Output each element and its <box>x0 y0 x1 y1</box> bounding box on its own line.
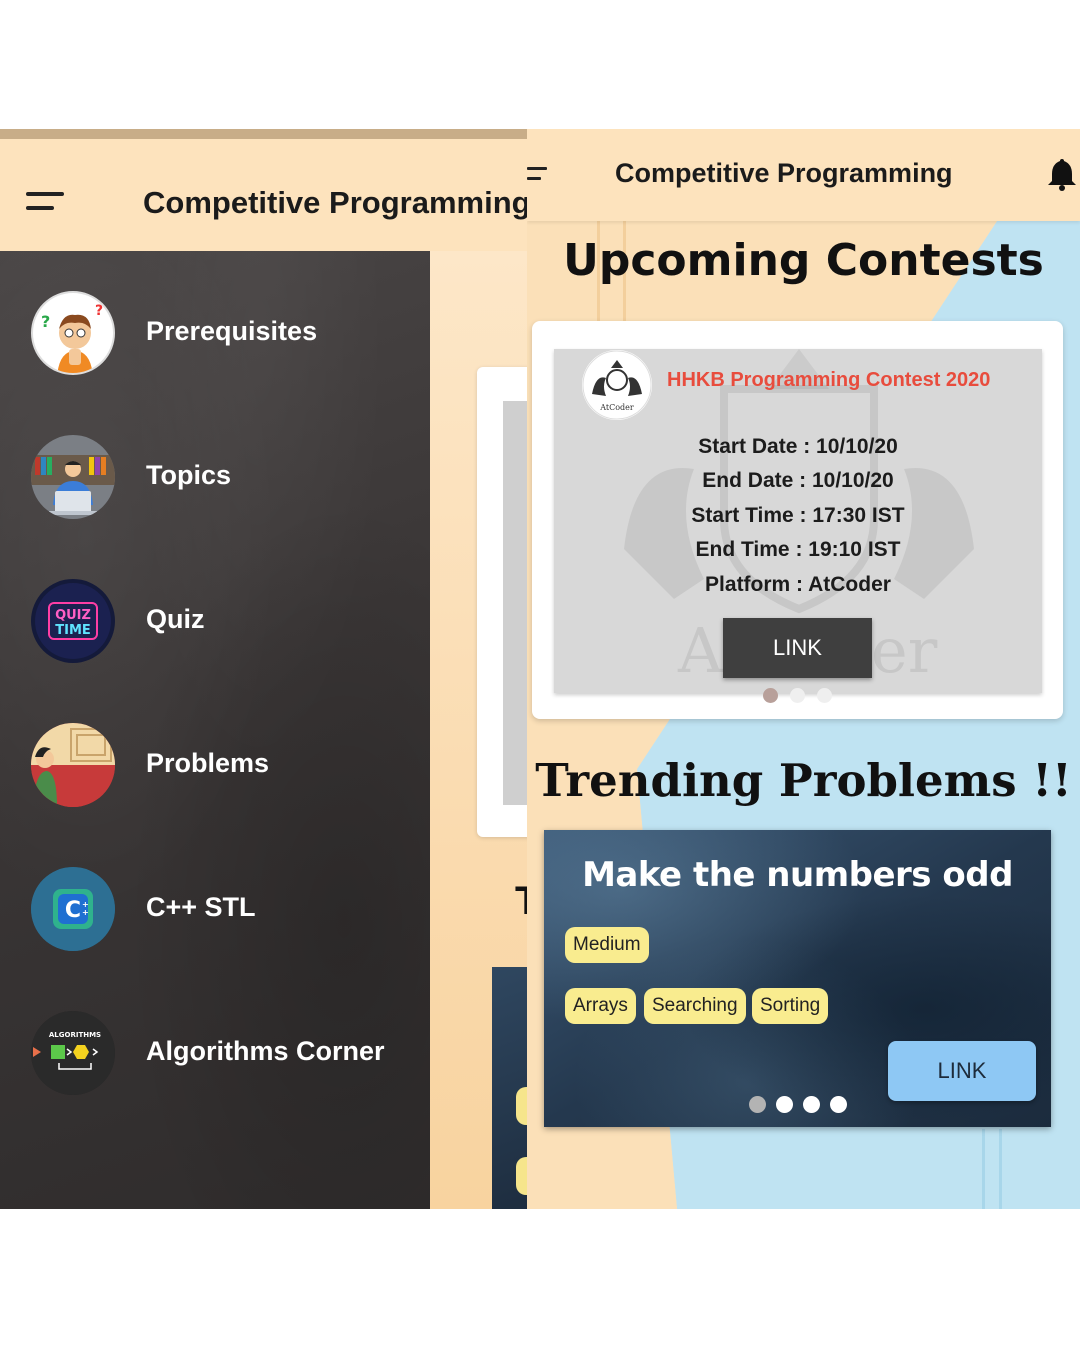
drawer-item-label: Algorithms Corner <box>146 1036 385 1066</box>
upcoming-contests-heading: Upcoming Contests <box>563 235 1044 286</box>
contest-end-date: End Date : 10/10/20 <box>702 469 894 492</box>
navigation-drawer: ? ? Prerequisites Topics QUIZ TIME Quiz … <box>0 251 430 1209</box>
menu-icon[interactable] <box>527 167 549 185</box>
problem-carousel-dot[interactable] <box>803 1096 820 1113</box>
svg-text:ALGORITHMS: ALGORITHMS <box>49 1031 101 1039</box>
drawer-item-label: Quiz <box>146 604 205 634</box>
app-bar: Competitive Programming <box>527 129 1080 221</box>
app-title: Competitive Programming <box>143 185 527 220</box>
contest-carousel-dot[interactable] <box>790 688 805 703</box>
problem-carousel-dot[interactable] <box>830 1096 847 1113</box>
problem-carousel-dot[interactable] <box>776 1096 793 1113</box>
contest-carousel-dot-active[interactable] <box>763 688 778 703</box>
app-bar: Competitive Programming <box>0 139 527 251</box>
drawer-item-algorithms[interactable]: ALGORITHMS Algorithms Corner <box>0 993 430 1113</box>
svg-text:?: ? <box>41 312 50 331</box>
drawer-item-prerequisites[interactable]: ? ? Prerequisites <box>0 273 430 393</box>
contest-platform: Platform : AtCoder <box>705 573 891 596</box>
drawer-item-cpp-stl[interactable]: C + + C++ STL <box>0 849 430 969</box>
drawer-item-quiz[interactable]: QUIZ TIME Quiz <box>0 561 430 681</box>
menu-icon[interactable] <box>26 192 66 216</box>
cpp-stl-icon: C + + <box>31 867 115 951</box>
svg-text:QUIZ: QUIZ <box>55 608 91 623</box>
contest-start-time: Start Time : 17:30 IST <box>691 504 905 527</box>
prerequisites-icon: ? ? <box>31 291 115 375</box>
heading-peek: T <box>515 879 527 924</box>
contest-name: HHKB Programming Contest 2020 <box>667 369 991 391</box>
tag-chip: Arrays <box>565 988 636 1024</box>
quiz-icon: QUIZ TIME <box>31 579 115 663</box>
app-title: Competitive Programming <box>615 158 953 188</box>
contest-carousel-dot[interactable] <box>817 688 832 703</box>
contest-end-time: End Time : 19:10 IST <box>695 538 901 561</box>
left-screen: Competitive Programming T ? ? Prereq <box>0 129 527 1209</box>
problem-carousel-dot-active[interactable] <box>749 1096 766 1113</box>
problem-link-button[interactable]: LINK <box>888 1041 1036 1101</box>
status-bar <box>0 129 527 139</box>
topics-icon <box>31 435 115 519</box>
svg-text:C: C <box>65 898 81 923</box>
algorithms-icon: ALGORITHMS <box>31 1011 115 1095</box>
drawer-item-topics[interactable]: Topics <box>0 417 430 537</box>
tag-peek <box>516 1157 527 1195</box>
svg-text:AtCoder: AtCoder <box>599 403 634 412</box>
tag-chip: Sorting <box>752 988 829 1024</box>
problems-icon <box>31 723 115 807</box>
atcoder-logo-icon: AtCoder <box>582 350 652 420</box>
bell-icon[interactable] <box>1047 157 1077 191</box>
svg-text:TIME: TIME <box>55 623 91 638</box>
tag-chip: Searching <box>644 988 746 1024</box>
problem-title: Make the numbers odd <box>582 855 1013 895</box>
drawer-item-label: Prerequisites <box>146 316 318 346</box>
difficulty-badge: Medium <box>565 927 649 963</box>
contest-link-button[interactable]: LINK <box>723 618 872 678</box>
svg-text:?: ? <box>95 303 103 319</box>
contest-start-date: Start Date : 10/10/20 <box>698 435 898 458</box>
drawer-item-label: Topics <box>146 460 232 490</box>
drawer-item-label: Problems <box>146 748 270 778</box>
right-screen: Competitive Programming Upcoming Contest… <box>527 129 1080 1209</box>
contest-card-inner-peek <box>503 401 527 805</box>
drawer-item-label: C++ STL <box>146 892 256 922</box>
tag-peek <box>516 1087 527 1125</box>
svg-text:+: + <box>82 908 89 917</box>
drawer-item-problems[interactable]: Problems <box>0 705 430 825</box>
trending-problems-heading: Trending Problems !! <box>535 754 1072 807</box>
